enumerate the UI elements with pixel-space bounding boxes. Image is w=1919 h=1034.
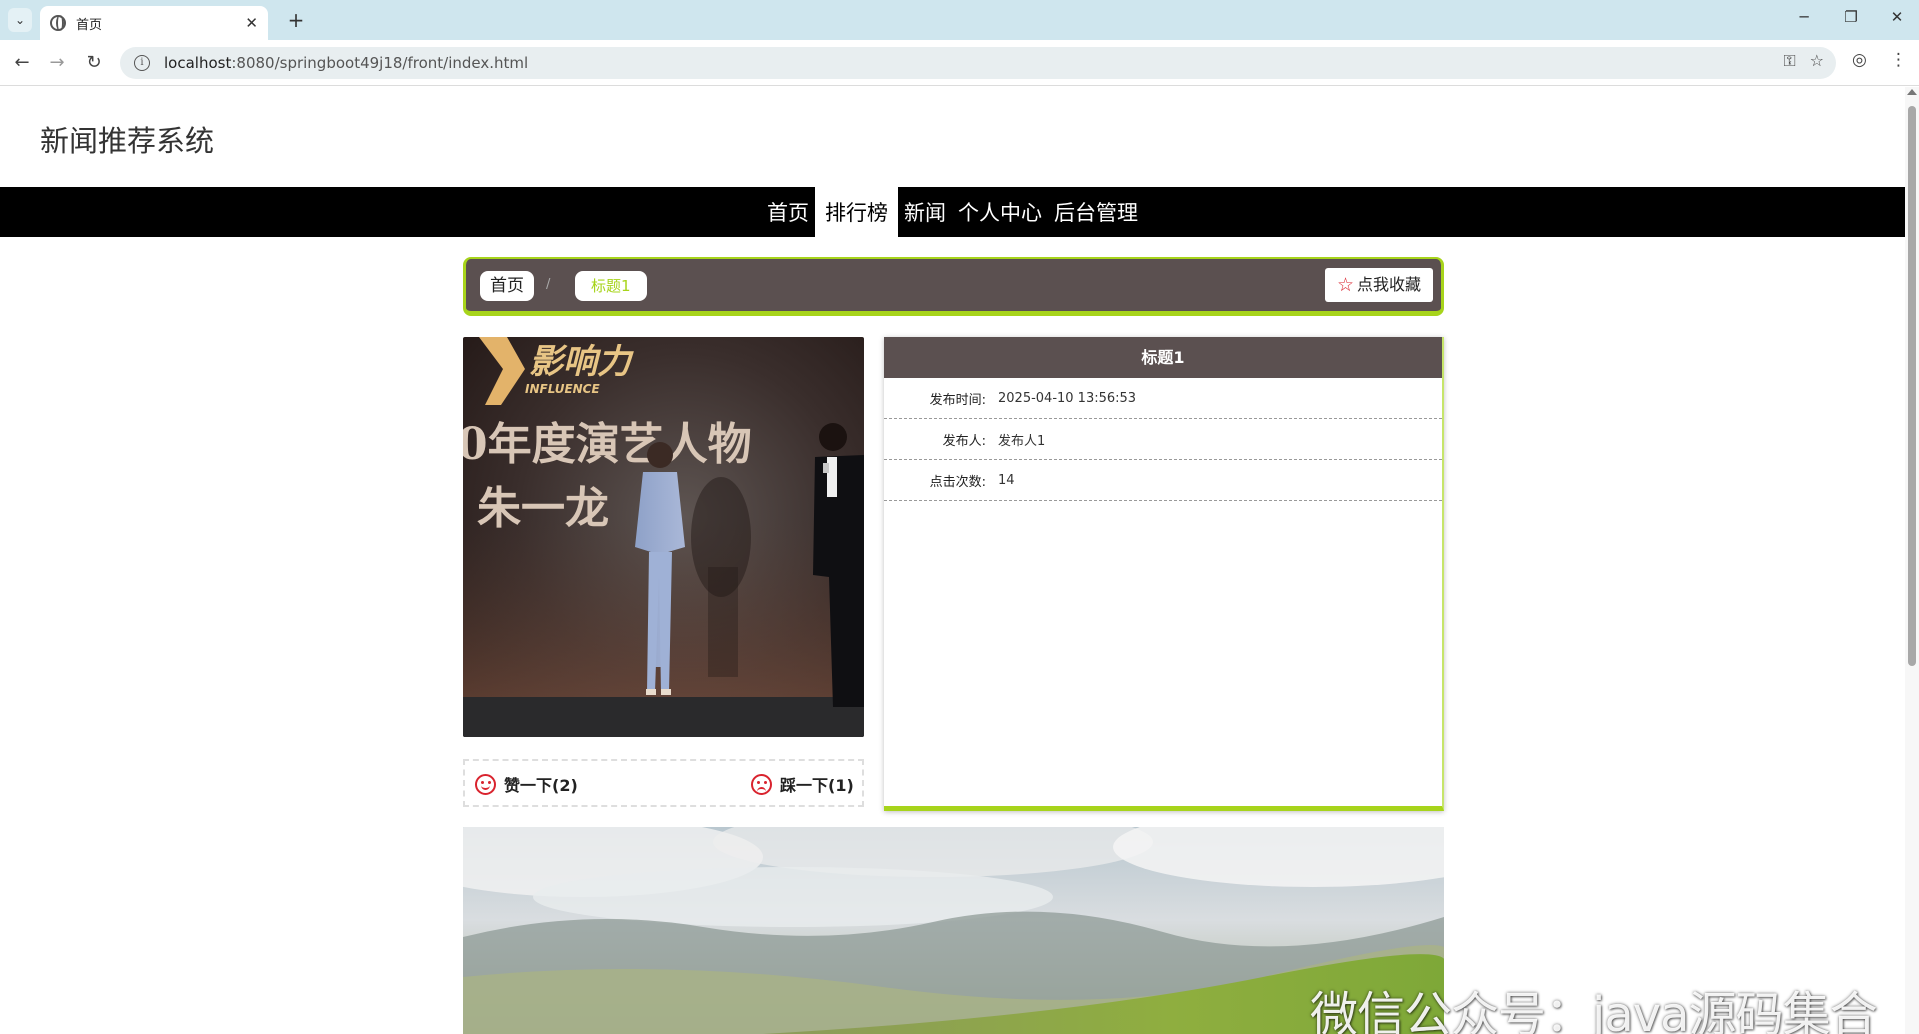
browser-tab[interactable]: 首页 ✕ bbox=[40, 6, 268, 40]
browser-toolbar: ← → ↻ i localhost :8080/springboot49j18/… bbox=[0, 40, 1919, 86]
dislike-button[interactable]: 踩一下(1) bbox=[751, 772, 854, 796]
restore-button[interactable]: ❐ bbox=[1839, 8, 1863, 26]
scrollbar-thumb[interactable] bbox=[1908, 106, 1916, 666]
back-icon[interactable]: ← bbox=[10, 51, 34, 75]
browser-tab-strip: ⌄ 首页 ✕ + ─ ❐ ✕ bbox=[0, 0, 1919, 40]
nav-item-news[interactable]: 新闻 bbox=[898, 187, 952, 237]
detail-row: 发布时间: 2025-04-10 13:56:53 bbox=[884, 378, 1442, 419]
site-title: 新闻推荐系统 bbox=[40, 124, 215, 158]
favorite-label: 点我收藏 bbox=[1356, 275, 1421, 294]
bookmark-star-icon[interactable]: ☆ bbox=[1810, 51, 1824, 71]
watermark: 微信公众号：java源码集合 bbox=[1310, 987, 1878, 1034]
vote-box: 赞一下(2) 踩一下(1) bbox=[463, 759, 864, 807]
main-nav: 首页 排行榜 新闻 个人中心 后台管理 bbox=[0, 187, 1905, 237]
news-image: 影响力 INFLUENCE 0年度演艺人物 朱一龙 bbox=[463, 337, 864, 737]
image-stage-text-1: 0年度演艺人物 bbox=[463, 419, 752, 470]
like-label: 赞一下(2) bbox=[504, 776, 578, 795]
nav-item-ranking[interactable]: 排行榜 bbox=[815, 187, 898, 237]
tab-title: 首页 bbox=[76, 17, 103, 33]
image-banner-text: 影响力 bbox=[529, 342, 634, 382]
key-icon[interactable]: ⚿ bbox=[1783, 51, 1795, 71]
site-info-icon[interactable]: i bbox=[134, 55, 150, 71]
dislike-label: 踩一下(1) bbox=[780, 776, 854, 795]
breadcrumb-home[interactable]: 首页 bbox=[480, 271, 534, 301]
menu-dots-icon[interactable]: ⋮ bbox=[1890, 50, 1907, 70]
tab-search-button[interactable]: ⌄ bbox=[8, 8, 32, 32]
detail-row: 点击次数: 14 bbox=[884, 460, 1442, 501]
profile-icon[interactable]: ◎ bbox=[1852, 50, 1867, 70]
detail-value: 14 bbox=[998, 472, 1015, 488]
nav-item-home[interactable]: 首页 bbox=[761, 187, 815, 237]
detail-title: 标题1 bbox=[884, 337, 1442, 378]
nav-item-user-center[interactable]: 个人中心 bbox=[952, 187, 1048, 237]
url-path: :8080/springboot49j18/front/index.html bbox=[231, 54, 529, 72]
detail-label: 发布时间: bbox=[929, 392, 986, 408]
address-bar[interactable]: i localhost :8080/springboot49j18/front/… bbox=[120, 47, 1836, 79]
breadcrumb: 首页 / 标题1 ☆ 点我收藏 bbox=[463, 257, 1444, 316]
nav-item-admin[interactable]: 后台管理 bbox=[1048, 187, 1144, 237]
detail-label: 发布人: bbox=[942, 433, 986, 449]
detail-row: 发布人: 发布人1 bbox=[884, 419, 1442, 460]
breadcrumb-separator: / bbox=[546, 277, 551, 292]
image-stage-text-2: 朱一龙 bbox=[477, 483, 609, 534]
close-window-button[interactable]: ✕ bbox=[1885, 8, 1909, 26]
like-button[interactable]: 赞一下(2) bbox=[475, 772, 578, 796]
news-detail-panel: 标题1 发布时间: 2025-04-10 13:56:53 发布人: 发布人1 … bbox=[884, 337, 1444, 811]
breadcrumb-current[interactable]: 标题1 bbox=[575, 271, 647, 301]
smile-icon bbox=[475, 773, 496, 795]
url-host: localhost bbox=[164, 54, 232, 72]
image-banner-subtext: INFLUENCE bbox=[525, 382, 600, 396]
favorite-button[interactable]: ☆ 点我收藏 bbox=[1324, 268, 1433, 302]
reload-icon[interactable]: ↻ bbox=[82, 51, 106, 75]
chevron-down-icon: ⌄ bbox=[14, 13, 26, 27]
detail-value: 2025-04-10 13:56:53 bbox=[998, 390, 1137, 406]
new-tab-button[interactable]: + bbox=[284, 8, 308, 32]
minimize-button[interactable]: ─ bbox=[1792, 8, 1816, 26]
detail-value: 发布人1 bbox=[998, 433, 1046, 449]
detail-label: 点击次数: bbox=[929, 474, 986, 490]
star-icon: ☆ bbox=[1336, 274, 1354, 296]
scroll-up-arrow-icon[interactable] bbox=[1907, 89, 1917, 95]
frown-icon bbox=[751, 773, 772, 795]
globe-icon bbox=[50, 15, 66, 31]
landscape-banner-image bbox=[463, 827, 1444, 1034]
forward-icon[interactable]: → bbox=[45, 51, 69, 75]
close-icon[interactable]: ✕ bbox=[245, 14, 258, 32]
